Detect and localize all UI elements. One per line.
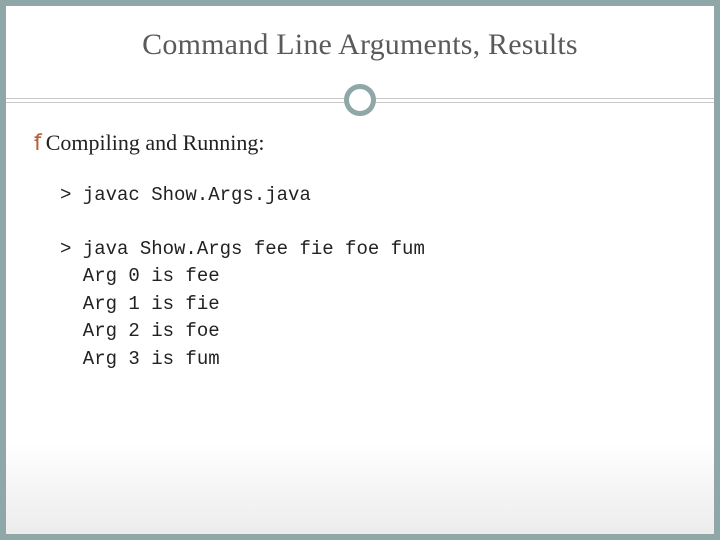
bullet-glyph-icon: ẝ: [34, 132, 42, 154]
bullet-item: ẝ Compiling and Running:: [34, 130, 686, 156]
code-line: Arg 3 is fum: [60, 348, 220, 370]
content-area: ẝ Compiling and Running: > javac Show.Ar…: [6, 116, 714, 373]
code-line: Arg 2 is foe: [60, 320, 220, 342]
bottom-gradient: [6, 444, 714, 534]
divider: [6, 84, 714, 116]
code-line: > javac Show.Args.java: [60, 184, 311, 206]
slide-frame: Command Line Arguments, Results ẝ Compil…: [0, 0, 720, 540]
divider-circle-icon: [344, 84, 376, 116]
code-line: Arg 1 is fie: [60, 293, 220, 315]
blank-line: [60, 210, 686, 236]
bullet-text: Compiling and Running:: [46, 130, 265, 156]
slide-title: Command Line Arguments, Results: [6, 6, 714, 62]
code-line: > java Show.Args fee fie foe fum: [60, 238, 425, 260]
slide-body: Command Line Arguments, Results ẝ Compil…: [6, 6, 714, 534]
code-line: Arg 0 is fee: [60, 265, 220, 287]
code-block: > javac Show.Args.java > java Show.Args …: [34, 182, 686, 373]
